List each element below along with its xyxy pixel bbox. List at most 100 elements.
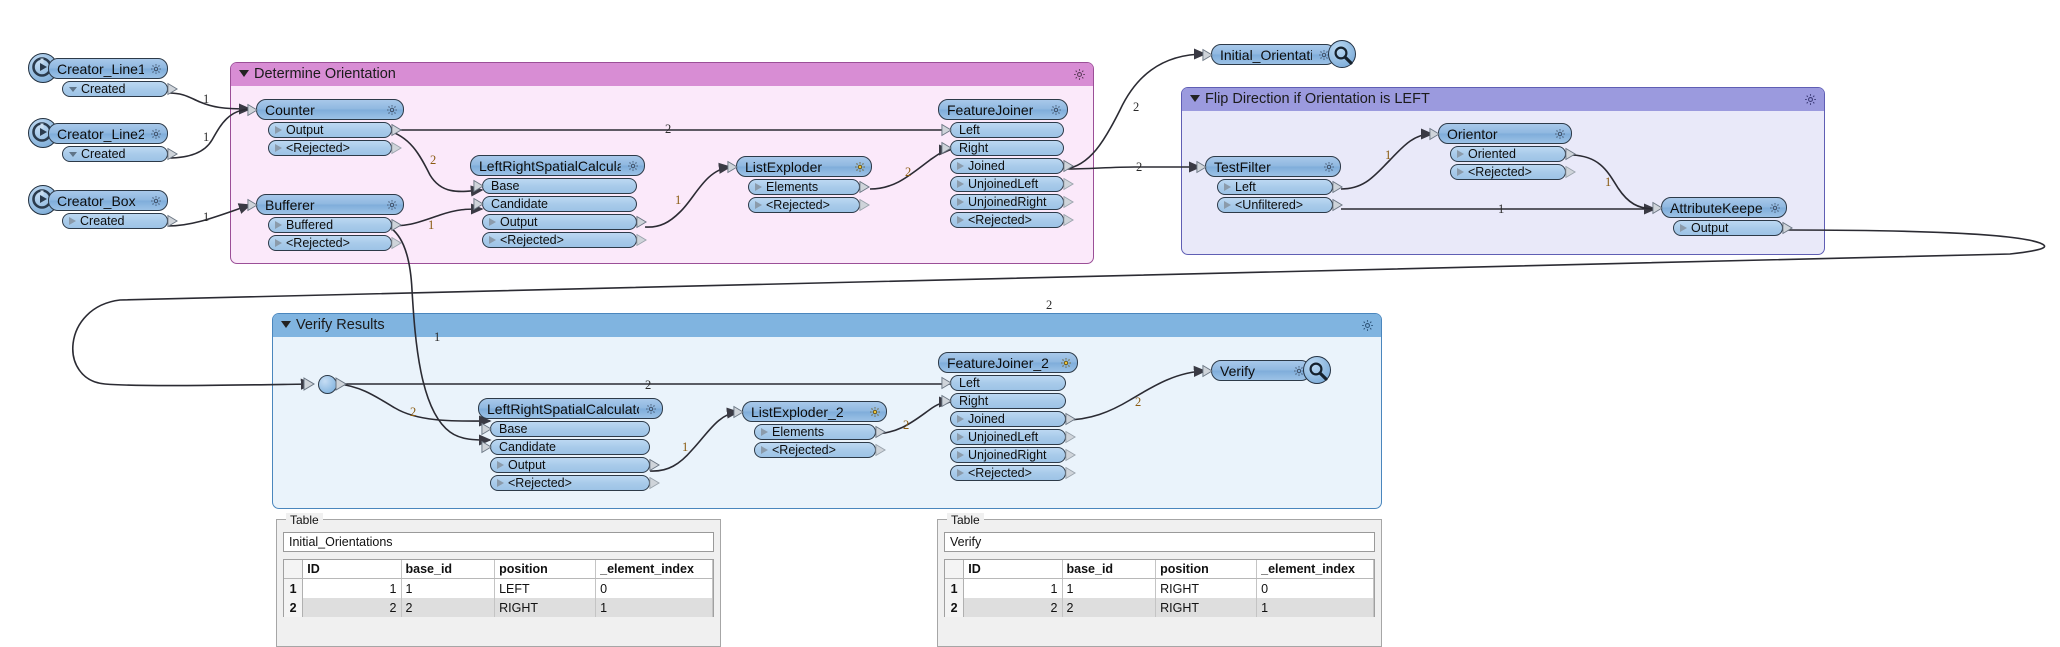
port-rejected[interactable]: <Rejected> <box>748 197 870 213</box>
gear-icon[interactable] <box>144 195 162 207</box>
node-header[interactable]: AttributeKeeper <box>1652 197 1787 218</box>
node-header[interactable]: Bufferer <box>247 194 404 215</box>
column-header-position[interactable]: position <box>1156 560 1258 578</box>
gear-icon[interactable] <box>1317 161 1335 173</box>
node-header[interactable]: ListExploder_2 <box>733 401 887 422</box>
collapse-triangle-icon[interactable] <box>239 69 249 77</box>
column-header-base-id[interactable]: base_id <box>1063 560 1157 578</box>
gear-icon[interactable] <box>1361 317 1374 340</box>
port-created[interactable]: Created <box>62 213 178 229</box>
node-header[interactable]: Creator_Line2 <box>48 123 168 144</box>
port-oriented[interactable]: Oriented <box>1450 146 1576 162</box>
port-right[interactable]: Right <box>941 140 1064 156</box>
node-bufferer[interactable]: Bufferer Buffered <Rejected> <box>247 194 404 251</box>
port-unjoinedright[interactable]: UnjoinedRight <box>950 447 1076 463</box>
gear-icon[interactable] <box>1804 91 1817 114</box>
table-panel-verify[interactable]: Table Verify ID base_id position _elemen… <box>937 513 1382 647</box>
gear-icon[interactable] <box>1763 202 1781 214</box>
gear-icon[interactable] <box>380 199 398 211</box>
node-header[interactable]: Verify <box>1202 360 1311 381</box>
gear-icon[interactable] <box>1073 66 1086 89</box>
node-header[interactable]: Initial_Orientations <box>1202 44 1336 65</box>
gear-icon[interactable] <box>621 160 639 172</box>
port-rejected[interactable]: <Rejected> <box>950 465 1076 481</box>
magnifier-icon[interactable] <box>1328 40 1356 68</box>
column-header-id[interactable]: ID <box>964 560 1063 578</box>
node-initial-orientations[interactable]: Initial_Orientations <box>1202 40 1356 68</box>
port-candidate[interactable]: Candidate <box>481 439 650 455</box>
group-title-determine-orientation[interactable]: Determine Orientation <box>231 63 1093 86</box>
port-rejected[interactable]: <Rejected> <box>754 442 886 458</box>
magnifier-icon[interactable] <box>1303 356 1331 384</box>
port-left[interactable]: Left <box>1217 179 1343 195</box>
port-created[interactable]: Created <box>62 81 178 97</box>
port-unfiltered[interactable]: <Unfiltered> <box>1217 197 1343 213</box>
port-right[interactable]: Right <box>941 393 1066 409</box>
node-header[interactable]: TestFilter <box>1196 156 1341 177</box>
table-row[interactable]: 1 1 1 LEFT 0 <box>284 579 714 598</box>
node-orientor[interactable]: Orientor Oriented <Rejected> <box>1429 123 1576 180</box>
port-unjoinedright[interactable]: UnjoinedRight <box>950 194 1074 210</box>
table-row[interactable]: 1 1 1 RIGHT 0 <box>945 579 1375 598</box>
gear-icon[interactable] <box>1044 104 1062 116</box>
node-creator-line2[interactable]: Creator_Line2 Created <box>28 118 178 162</box>
table-row[interactable]: 2 2 2 RIGHT 1 <box>945 598 1375 617</box>
port-elements[interactable]: Elements <box>748 179 870 195</box>
port-candidate[interactable]: Candidate <box>473 196 637 212</box>
node-listexploder[interactable]: ListExploder Elements <Rejected> <box>727 156 872 213</box>
table-panel-initial-orientations[interactable]: Table Initial_Orientations ID base_id po… <box>276 513 721 647</box>
node-featurejoiner[interactable]: FeatureJoiner Left Right Joined Unjoined… <box>938 99 1074 228</box>
collapse-triangle-icon[interactable] <box>281 320 291 328</box>
gear-icon[interactable] <box>639 403 657 415</box>
gear-icon[interactable] <box>1548 128 1566 140</box>
node-header[interactable]: Creator_Line1 <box>48 58 168 79</box>
node-header[interactable]: LeftRightSpatialCalculator <box>470 155 645 176</box>
node-testfilter[interactable]: TestFilter Left <Unfiltered> <box>1196 156 1343 213</box>
node-attributekeeper[interactable]: AttributeKeeper Output <box>1652 197 1793 236</box>
port-output[interactable]: Output <box>490 457 660 473</box>
table-select-initial-orientations[interactable]: Initial_Orientations <box>283 532 714 552</box>
node-creator-line1[interactable]: Creator_Line1 Created <box>28 53 178 97</box>
group-title-flip-direction[interactable]: Flip Direction if Orientation is LEFT <box>1182 88 1824 111</box>
workflow-canvas[interactable]: Determine Orientation Flip Direction if … <box>0 0 2060 647</box>
node-listexploder-2[interactable]: ListExploder_2 Elements <Rejected> <box>733 401 887 458</box>
port-base[interactable]: Base <box>473 178 637 194</box>
column-header-position[interactable]: position <box>495 560 597 578</box>
column-header-element-index[interactable]: _element_index <box>596 560 714 578</box>
node-verify[interactable]: Verify <box>1202 356 1331 384</box>
port-output[interactable]: Output <box>268 122 402 138</box>
node-header[interactable]: FeatureJoiner <box>938 99 1068 120</box>
gear-icon[interactable] <box>144 128 162 140</box>
port-unjoinedleft[interactable]: UnjoinedLeft <box>950 429 1076 445</box>
node-featurejoiner-2[interactable]: FeatureJoiner_2 Left Right Joined Unjoin… <box>938 352 1078 481</box>
port-unjoinedleft[interactable]: UnjoinedLeft <box>950 176 1074 192</box>
node-header[interactable]: Creator_Box <box>48 190 168 211</box>
table-select-verify[interactable]: Verify <box>944 532 1375 552</box>
node-header[interactable]: Orientor <box>1429 123 1572 144</box>
port-created[interactable]: Created <box>62 146 178 162</box>
node-header[interactable]: Counter <box>247 99 404 120</box>
port-output[interactable]: Output <box>482 214 647 230</box>
node-header[interactable]: ListExploder <box>727 156 872 177</box>
gear-icon[interactable] <box>848 161 866 173</box>
port-rejected[interactable]: <Rejected> <box>490 475 660 491</box>
column-header-base-id[interactable]: base_id <box>402 560 496 578</box>
gear-icon[interactable] <box>863 406 881 418</box>
table-row[interactable]: 2 2 2 RIGHT 1 <box>284 598 714 617</box>
column-header-id[interactable]: ID <box>303 560 402 578</box>
port-rejected[interactable]: <Rejected> <box>1450 164 1576 180</box>
node-leftrightspatialcalculator[interactable]: LeftRightSpatialCalculator Base Candidat… <box>470 155 647 248</box>
gear-icon[interactable] <box>144 63 162 75</box>
collapse-triangle-icon[interactable] <box>1190 94 1200 102</box>
gear-icon[interactable] <box>380 104 398 116</box>
gear-icon[interactable] <box>1054 357 1072 369</box>
node-leftrightspatialcalculator-2[interactable]: LeftRightSpatialCalculator_2 Base Candid… <box>478 398 663 491</box>
node-creator-box[interactable]: Creator_Box Created <box>28 185 178 229</box>
port-left[interactable]: Left <box>941 122 1064 138</box>
data-grid[interactable]: ID base_id position _element_index 1 1 1… <box>283 559 714 617</box>
port-base[interactable]: Base <box>481 421 650 437</box>
port-joined[interactable]: Joined <box>950 158 1074 174</box>
node-counter[interactable]: Counter Output <Rejected> <box>247 99 404 156</box>
column-header-element-index[interactable]: _element_index <box>1257 560 1375 578</box>
port-left[interactable]: Left <box>941 375 1066 391</box>
